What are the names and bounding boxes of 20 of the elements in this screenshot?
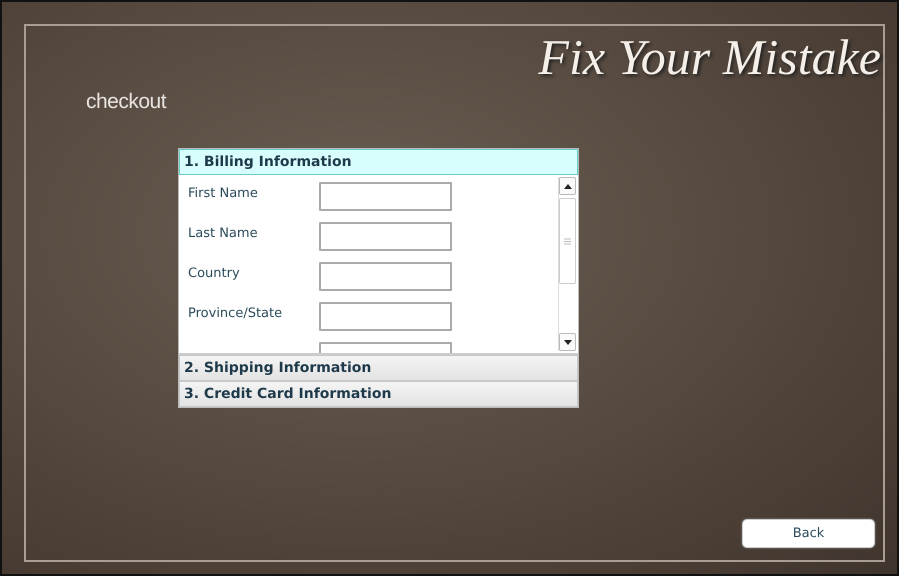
scroll-up-button[interactable]	[559, 177, 576, 195]
back-button[interactable]: Back	[742, 519, 875, 548]
input-field[interactable]	[319, 222, 452, 251]
field-label: Country	[188, 265, 241, 281]
section-header[interactable]: 3. Credit Card Information	[179, 381, 578, 407]
scrollbar-thumb[interactable]	[559, 198, 576, 284]
input-field[interactable]	[319, 302, 452, 331]
page-title: Fix Your Mistake	[538, 28, 881, 86]
up-arrow-icon	[564, 184, 572, 188]
field-label: Last Name	[188, 225, 259, 241]
section-header[interactable]: 1. Billing Information	[179, 149, 578, 175]
field-label: Province/State	[188, 305, 284, 321]
down-arrow-icon	[564, 340, 572, 344]
page-subtitle: checkout	[86, 90, 166, 114]
grip-icon	[564, 238, 571, 244]
scroll-down-button[interactable]	[559, 333, 576, 351]
field-label: First Name	[188, 185, 259, 201]
input-field[interactable]	[319, 182, 452, 211]
section-header[interactable]: 2. Shipping Information	[179, 355, 578, 381]
input-field[interactable]	[319, 262, 452, 291]
